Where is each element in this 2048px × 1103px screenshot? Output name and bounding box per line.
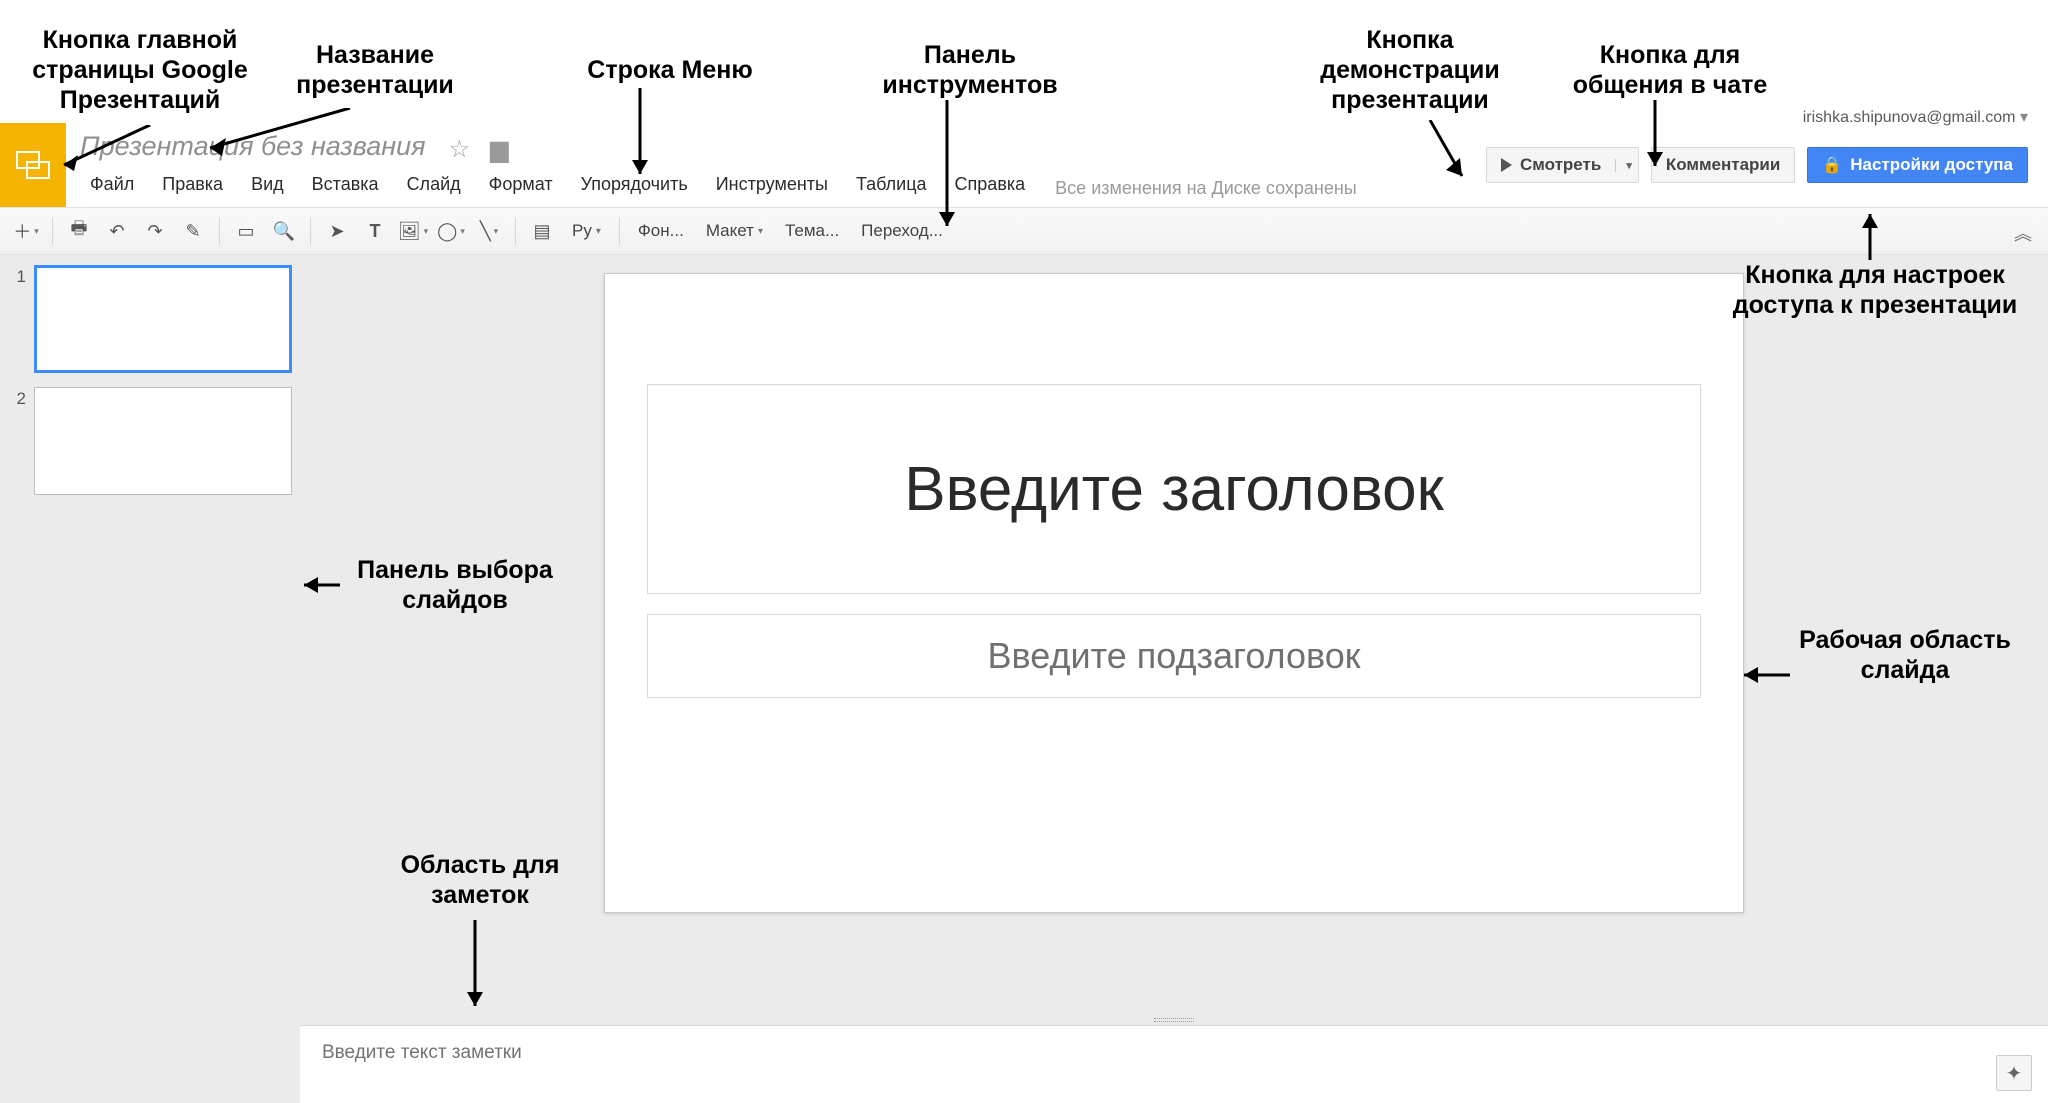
thumb-preview xyxy=(34,387,292,495)
slide-thumb-1[interactable]: 1 xyxy=(8,265,292,373)
new-slide-button[interactable]: ＋ xyxy=(8,214,44,248)
play-icon xyxy=(1501,158,1512,172)
home-button[interactable] xyxy=(0,123,66,207)
account-email[interactable]: irishka.shipunova@gmail.com xyxy=(1803,107,2028,127)
save-status: Все изменения на Диске сохранены xyxy=(1055,178,1357,207)
doc-title-input[interactable]: Презентация без названия xyxy=(76,129,430,163)
shape-tool[interactable]: ◯ xyxy=(433,214,469,248)
present-label: Смотреть xyxy=(1520,155,1601,175)
share-button[interactable]: 🔒 Настройки доступа xyxy=(1807,147,2028,183)
menu-arrange[interactable]: Упорядочить xyxy=(567,170,702,199)
share-label: Настройки доступа xyxy=(1850,155,2013,175)
toolbar: ＋ 🖶 ↶ ↷ ✎ ▭ 🔍 ➤ T 🖼 ◯ ╲ ▤ Ру Фон... Маке… xyxy=(0,207,2048,255)
comment-tool[interactable]: ▤ xyxy=(524,214,560,248)
callout-home-btn: Кнопка главной страницы Google Презентац… xyxy=(10,25,270,115)
star-icon[interactable]: ☆ xyxy=(449,135,471,164)
zoom-button[interactable]: 🔍 xyxy=(266,214,302,248)
comments-label: Комментарии xyxy=(1666,155,1780,175)
transition-button[interactable]: Переход... xyxy=(851,214,953,248)
thumb-preview xyxy=(34,265,292,373)
undo-button[interactable]: ↶ xyxy=(99,214,135,248)
slides-logo-icon xyxy=(15,150,51,180)
redo-button[interactable]: ↷ xyxy=(137,214,173,248)
present-button[interactable]: Смотреть ▾ xyxy=(1486,147,1639,183)
callout-toolbar: Панель инструментов xyxy=(845,40,1095,100)
title-placeholder[interactable]: Введите заголовок xyxy=(647,384,1701,594)
menu-tools[interactable]: Инструменты xyxy=(702,170,842,199)
google-slides-app: Презентация без названия ☆ ▆ Файл Правка… xyxy=(0,123,2048,1103)
menu-file[interactable]: Файл xyxy=(76,170,148,199)
theme-button[interactable]: Тема... xyxy=(775,214,849,248)
select-tool[interactable]: ➤ xyxy=(319,214,355,248)
background-button[interactable]: Фон... xyxy=(628,214,694,248)
collapse-toolbar-icon[interactable]: ︽ xyxy=(2014,220,2032,246)
notes-placeholder: Введите текст заметки xyxy=(322,1042,522,1063)
image-tool[interactable]: 🖼 xyxy=(395,214,431,248)
present-dropdown-icon[interactable]: ▾ xyxy=(1615,159,1632,172)
titlebar: Презентация без названия ☆ ▆ Файл Правка… xyxy=(0,123,2048,207)
filmstrip[interactable]: 1 2 xyxy=(0,255,300,1103)
notes-resize-grip[interactable] xyxy=(300,1015,2048,1025)
textbox-tool[interactable]: T xyxy=(357,214,393,248)
subtitle-placeholder[interactable]: Введите подзаголовок xyxy=(647,614,1701,698)
line-tool[interactable]: ╲ xyxy=(471,214,507,248)
layout-button[interactable]: Макет xyxy=(696,214,773,248)
slide-thumb-2[interactable]: 2 xyxy=(8,387,292,495)
menu-insert[interactable]: Вставка xyxy=(298,170,393,199)
lang-tool[interactable]: Ру xyxy=(562,214,611,248)
callout-doc-title: Название презентации xyxy=(270,40,480,100)
callout-menubar: Строка Меню xyxy=(560,55,780,85)
lock-icon: 🔒 xyxy=(1822,155,1842,175)
speaker-notes[interactable]: Введите текст заметки ✦ xyxy=(300,1025,2048,1103)
menu-help[interactable]: Справка xyxy=(941,170,1040,199)
menu-slide[interactable]: Слайд xyxy=(393,170,475,199)
canvas-area: Введите заголовок Введите подзаголовок В… xyxy=(300,255,2048,1103)
menu-view[interactable]: Вид xyxy=(237,170,298,199)
menu-format[interactable]: Формат xyxy=(475,170,567,199)
workspace: 1 2 Введите заголовок Введите подзаголов… xyxy=(0,255,2048,1103)
slide-canvas[interactable]: Введите заголовок Введите подзаголовок xyxy=(604,273,1744,913)
print-button[interactable]: 🖶 xyxy=(61,214,97,248)
menubar: Файл Правка Вид Вставка Слайд Формат Упо… xyxy=(76,170,1039,199)
explore-button[interactable]: ✦ xyxy=(1996,1055,2032,1091)
menu-edit[interactable]: Правка xyxy=(148,170,237,199)
canvas-scroll[interactable]: Введите заголовок Введите подзаголовок xyxy=(300,255,2048,1015)
thumb-number: 1 xyxy=(8,265,26,373)
zoom-fit-button[interactable]: ▭ xyxy=(228,214,264,248)
comments-button[interactable]: Комментарии xyxy=(1651,147,1795,183)
thumb-number: 2 xyxy=(8,387,26,495)
callout-present: Кнопка демонстрации презентации xyxy=(1290,25,1530,115)
paint-format-button[interactable]: ✎ xyxy=(175,214,211,248)
menu-table[interactable]: Таблица xyxy=(842,170,941,199)
folder-icon[interactable]: ▆ xyxy=(490,135,508,164)
callout-comments: Кнопка для общения в чате xyxy=(1555,40,1785,100)
